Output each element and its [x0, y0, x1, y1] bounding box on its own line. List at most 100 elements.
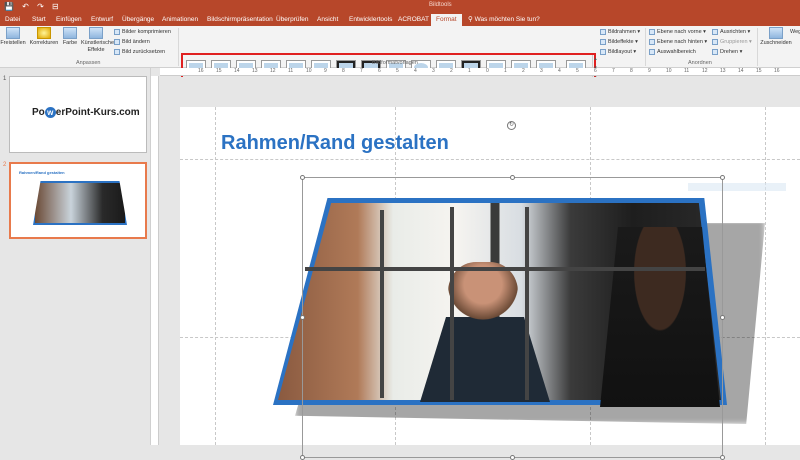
ruler-tick-label: 15	[756, 68, 762, 74]
tab-entwicklertools[interactable]: Entwicklertools	[349, 14, 392, 26]
effects-icon	[600, 38, 606, 45]
slide-canvas: Rahmen/Rand gestalten ↻	[160, 77, 800, 460]
logo: Po w erPoint-Kurs.com	[32, 107, 140, 118]
farbe-button[interactable]: Farbe	[60, 27, 80, 47]
tab-start[interactable]: Start	[32, 14, 46, 26]
drehen-label: Drehen	[720, 49, 739, 55]
logo-text-b: erPoint-Kurs.com	[55, 107, 140, 118]
bilder-komprimieren-label: Bilder komprimieren	[122, 29, 171, 35]
tab-uebergaenge[interactable]: Übergänge	[122, 14, 154, 26]
ausrichten-button[interactable]: Ausrichten ▾	[712, 28, 750, 37]
tab-ueberpruefen[interactable]: Überprüfen	[276, 14, 309, 26]
slide-number: 2	[3, 162, 7, 168]
ebene-vorne-label: Ebene nach vorne	[657, 29, 702, 35]
context-tools-label: Bildtools	[429, 2, 452, 8]
guide-line	[180, 159, 800, 160]
selection-pane-icon	[649, 48, 655, 55]
separator	[645, 28, 646, 66]
resize-handle[interactable]	[300, 455, 305, 460]
bild-aendern-button[interactable]: Bild ändern	[114, 38, 150, 47]
rotate-handle-icon[interactable]: ↻	[507, 121, 516, 130]
ruler-tick-label: 2	[450, 68, 453, 74]
ruler-tick-label: 3	[432, 68, 435, 74]
bildeffekte-button[interactable]: Bildeffekte ▾	[600, 38, 638, 47]
resize-handle[interactable]	[720, 175, 725, 180]
ruler-tick-label: 16	[198, 68, 204, 74]
frame-icon	[600, 28, 606, 35]
ruler-tick-label: 6	[594, 68, 597, 74]
ribbon: Freistellen Korrekturen Farbe Künstleris…	[0, 26, 800, 86]
bild-zuruecksetzen-button[interactable]: Bild zurücksetzen	[114, 48, 165, 57]
group-label-anpassen: Anpassen	[76, 60, 101, 66]
ruler-tick-label: 11	[288, 68, 294, 74]
ruler-tick-label: 14	[234, 68, 240, 74]
drehen-button[interactable]: Drehen ▾	[712, 48, 742, 57]
thumb-picture	[33, 181, 127, 225]
ruler-tick-label: 8	[630, 68, 633, 74]
ruler-tick-label: 9	[648, 68, 651, 74]
ruler-tick-label: 0	[486, 68, 489, 74]
tab-datei[interactable]: Datei	[5, 14, 20, 26]
ruler-tick-label: 10	[666, 68, 672, 74]
kuenstlerische-label: Künstlerische Effekte	[81, 40, 115, 53]
ruler-tick-label: 10	[306, 68, 312, 74]
color-icon	[63, 27, 77, 39]
ruler-tick-label: 1	[504, 68, 507, 74]
ruler-tick-label: 12	[702, 68, 708, 74]
sun-icon	[37, 27, 51, 39]
korrekturen-button[interactable]: Korrekturen	[28, 27, 60, 47]
resize-handle[interactable]	[300, 315, 305, 320]
vertical-ruler[interactable]	[151, 76, 159, 445]
bildrahmen-label: Bildrahmen	[608, 29, 636, 35]
tab-entwurf[interactable]: Entwurf	[91, 14, 113, 26]
resize-handle[interactable]	[300, 175, 305, 180]
kuenstlerische-effekte-button[interactable]: Künstlerische Effekte	[81, 27, 115, 54]
bildlayout-button[interactable]: Bildlayout ▾	[600, 48, 636, 57]
ebene-vorne-button[interactable]: Ebene nach vorne ▾	[649, 28, 706, 37]
resize-handle[interactable]	[720, 455, 725, 460]
bild-zuruecksetzen-label: Bild zurücksetzen	[122, 49, 166, 55]
quick-access-toolbar[interactable]: 💾 ↶ ↷ ⊟	[4, 2, 62, 11]
guide-line	[765, 107, 766, 445]
separator	[178, 28, 179, 66]
ebene-hinten-button[interactable]: Ebene nach hinten ▾	[649, 38, 707, 47]
tab-format[interactable]: Format	[431, 14, 462, 26]
auswahlbereich-button[interactable]: Auswahlbereich	[649, 48, 696, 57]
tab-acrobat[interactable]: ACROBAT	[398, 14, 429, 26]
resize-handle[interactable]	[720, 315, 725, 320]
crop-icon	[769, 27, 783, 39]
slide[interactable]: Rahmen/Rand gestalten ↻	[180, 107, 800, 460]
ausrichten-label: Ausrichten	[720, 29, 746, 35]
ruler-tick-label: 6	[378, 68, 381, 74]
ruler-tick-label: 5	[396, 68, 399, 74]
logo-text-a: Po	[32, 107, 45, 118]
ruler-tick-label: 9	[324, 68, 327, 74]
ruler-tick-label: 16	[774, 68, 780, 74]
reset-picture-icon	[114, 48, 120, 55]
bilder-komprimieren-button[interactable]: Bilder komprimieren	[114, 28, 171, 37]
horizontal-ruler[interactable]: 16 15 14 13 12 11 10 9 8 7 6 5 4 3 2 1 0 1 2 3 4 5 6 7 8 9 10 11 12 1…	[160, 68, 800, 76]
ruler-tick-label: 4	[558, 68, 561, 74]
tab-ansicht[interactable]: Ansicht	[317, 14, 338, 26]
tell-me-search[interactable]: ⚲ Was möchten Sie tun?	[468, 14, 540, 26]
ruler-tick-label: 7	[360, 68, 363, 74]
ruler-tick-label: 12	[270, 68, 276, 74]
tab-einfuegen[interactable]: Einfügen	[56, 14, 82, 26]
resize-handle[interactable]	[510, 175, 515, 180]
zuschneiden-button[interactable]: Zuschneiden	[760, 27, 792, 47]
tab-bildschirmpraesentation[interactable]: Bildschirmpräsentation	[207, 14, 273, 26]
tab-animationen[interactable]: Animationen	[162, 14, 198, 26]
slide-thumbnail-1[interactable]: Po w erPoint-Kurs.com	[9, 76, 147, 153]
slide-title[interactable]: Rahmen/Rand gestalten	[221, 132, 449, 155]
layout-icon	[600, 48, 606, 55]
send-backward-icon	[649, 38, 655, 45]
resize-handle[interactable]	[510, 455, 515, 460]
bildrahmen-button[interactable]: Bildrahmen ▾	[600, 28, 640, 37]
rotate-icon	[712, 48, 718, 55]
gruppieren-button[interactable]: Gruppieren ▾	[712, 38, 752, 47]
freistellen-button[interactable]: Freistellen	[0, 27, 26, 47]
bildeffekte-label: Bildeffekte	[608, 39, 634, 45]
selection-box	[302, 177, 723, 458]
ruler-tick-label: 5	[576, 68, 579, 74]
slide-thumbnail-2[interactable]: Rahmen/Rand gestalten	[9, 162, 147, 239]
